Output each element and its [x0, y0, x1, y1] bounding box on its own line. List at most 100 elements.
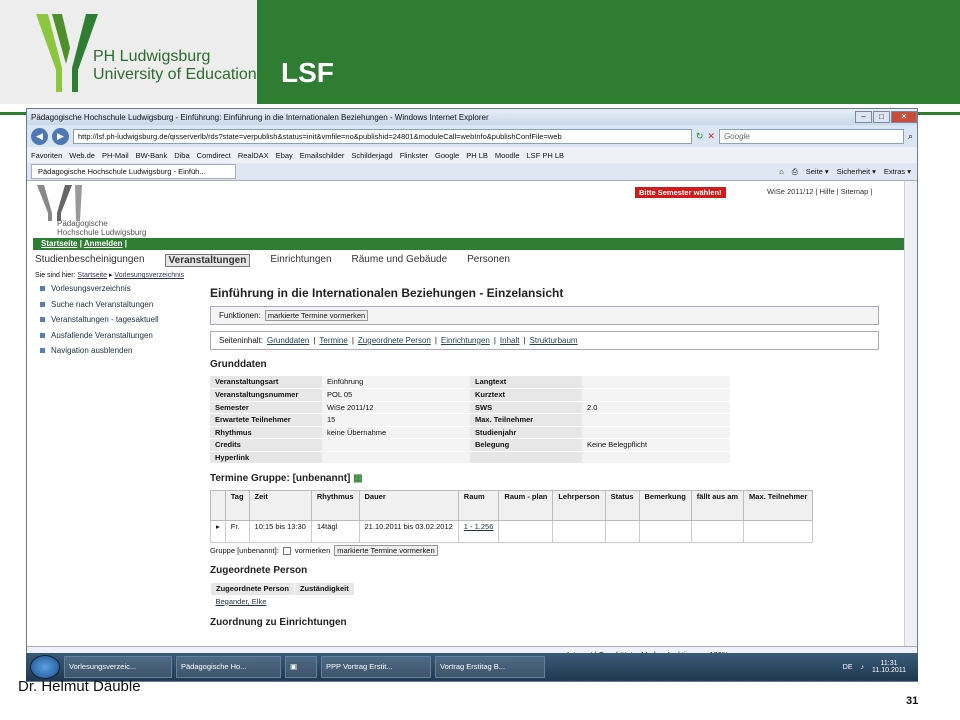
field-value: 15 — [322, 413, 470, 427]
favorites-bar: Favoriten Web.de PH-Mail BW-Bank Diba Co… — [27, 147, 917, 163]
field-value — [582, 388, 730, 402]
field-value — [322, 438, 470, 452]
vormerken-button[interactable]: markierte Termine vormerken — [264, 310, 369, 321]
field-value — [582, 413, 730, 427]
person-title: Zugeordnete Person — [210, 565, 308, 576]
task-paedagogische[interactable]: Pädagogische Ho... — [176, 656, 281, 678]
tool-extras[interactable]: Extras ▾ — [884, 167, 911, 177]
left-navigation-ausblenden[interactable]: Navigation ausblenden — [33, 344, 210, 360]
left-nav: Vorlesungsverzeichnis Suche nach Veranst… — [33, 282, 210, 360]
start-button[interactable] — [30, 655, 60, 679]
link-einrichtungen[interactable]: Einrichtungen — [441, 336, 490, 345]
anmelden-link[interactable]: Anmelden — [84, 239, 123, 248]
fav-phlb[interactable]: PH LB — [466, 151, 488, 160]
breadcrumb: Sie sind hier: Startseite ▸ Vorlesungsve… — [35, 272, 185, 279]
room-link[interactable]: 1 - 1.256 — [464, 522, 494, 531]
left-tagesaktuell[interactable]: Veranstaltungen - tagesaktuell — [33, 313, 210, 329]
slide-header: PH Ludwigsburg University of Education L… — [0, 0, 960, 104]
field-value: Einführung — [322, 376, 470, 389]
field-value — [582, 451, 730, 464]
back-icon[interactable]: ◀ — [31, 127, 48, 145]
person-link[interactable]: Begander, Elke — [216, 597, 267, 606]
task-app-icon[interactable]: ▣ — [285, 656, 317, 678]
language-indicator[interactable]: DE — [843, 664, 853, 671]
field-label — [470, 451, 582, 464]
link-inhalt[interactable]: Inhalt — [500, 336, 520, 345]
stop-icon[interactable]: ✕ — [707, 131, 715, 142]
semester-button[interactable]: Bitte Semester wählen! — [635, 187, 726, 198]
termine-cell: 14tägl — [310, 520, 360, 543]
maximize-button[interactable]: □ — [873, 111, 890, 123]
termine-expand-cell: ▸ — [210, 520, 226, 543]
fav-phmail[interactable]: PH-Mail — [102, 151, 129, 160]
termine-col-header: Tag — [224, 490, 250, 521]
nav-raeume[interactable]: Räume und Gebäude — [352, 254, 448, 267]
link-strukturbaum[interactable]: Strukturbaum — [530, 336, 578, 345]
fav-ebay[interactable]: Ebay — [276, 151, 293, 160]
vertical-scrollbar[interactable] — [904, 181, 917, 646]
forward-icon[interactable]: ▶ — [52, 127, 69, 145]
fav-favoriten[interactable]: Favoriten — [31, 151, 62, 160]
termine-cell — [604, 520, 640, 543]
task-ppp-vortrag[interactable]: PPP Vortrag Erstit... — [321, 656, 431, 678]
close-button[interactable]: ✕ — [891, 111, 917, 123]
volume-icon[interactable]: ♪ — [861, 664, 865, 671]
tool-sicherheit[interactable]: Sicherheit ▾ — [837, 167, 876, 177]
window-titlebar: Pädagogische Hochschule Ludwigsburg - Ei… — [27, 109, 917, 125]
nav-einrichtungen[interactable]: Einrichtungen — [270, 254, 331, 267]
nav-studienbescheinigungen[interactable]: Studienbescheinigungen — [35, 254, 145, 267]
task-vortrag-erstitag[interactable]: Vortrag Erstitag B... — [435, 656, 545, 678]
nav-veranstaltungen[interactable]: Veranstaltungen — [164, 254, 251, 267]
link-grunddaten[interactable]: Grunddaten — [267, 336, 309, 345]
print-icon[interactable]: ⎙ — [792, 167, 798, 177]
nav-personen[interactable]: Personen — [467, 254, 510, 267]
fav-comdirect[interactable]: Comdirect — [197, 151, 231, 160]
fav-lsf[interactable]: LSF PH LB — [527, 151, 565, 160]
startseite-link[interactable]: Startseite — [41, 239, 77, 248]
url-input[interactable]: http://lsf.ph-ludwigsburg.de/qisserverlb… — [73, 128, 692, 144]
tool-seite[interactable]: Seite ▾ — [806, 167, 829, 177]
fav-bwbank[interactable]: BW-Bank — [136, 151, 168, 160]
fav-webde[interactable]: Web.de — [69, 151, 95, 160]
minimize-button[interactable]: – — [855, 111, 872, 123]
fav-diba[interactable]: Diba — [174, 151, 189, 160]
fav-realdax[interactable]: RealDAX — [238, 151, 269, 160]
brand-line2: University of Education — [93, 66, 257, 83]
breadcrumb-startseite[interactable]: Startseite — [77, 272, 107, 279]
vormerken-checkbox[interactable] — [282, 546, 291, 555]
table-row: Veranstaltungsart Einführung Langtext — [210, 376, 730, 389]
breadcrumb-vorlesungsverzeichnis[interactable]: Vorlesungsverzeichnis — [114, 272, 184, 279]
export-icon[interactable]: ▦ — [353, 473, 362, 484]
field-label: Hyperlink — [210, 451, 322, 464]
left-suche[interactable]: Suche nach Veranstaltungen — [33, 298, 210, 314]
gruppe-row: Gruppe [unbenannt]: vormerken markierte … — [210, 545, 879, 556]
top-links[interactable]: WiSe 2011/12 | Hilfe | Sitemap | — [767, 187, 872, 196]
expand-icon[interactable]: ▸ — [216, 522, 220, 531]
fav-google[interactable]: Google — [435, 151, 459, 160]
gruppe-vormerken-button[interactable]: markierte Termine vormerken — [334, 545, 438, 556]
lsf-logo-text: Pädagogische Hochschule Ludwigsburg — [57, 219, 146, 237]
left-vorlesungsverzeichnis[interactable]: Vorlesungsverzeichnis — [33, 282, 210, 298]
home-icon[interactable]: ⌂ — [779, 167, 784, 177]
search-input[interactable]: Google — [718, 128, 904, 144]
fav-moodle[interactable]: Moodle — [495, 151, 520, 160]
ph-logo: PH Ludwigsburg University of Education — [0, 0, 257, 104]
link-zugeordnete-person[interactable]: Zugeordnete Person — [358, 336, 431, 345]
task-vorlesungsverzeichnis[interactable]: Vorlesungsverzeic... — [64, 656, 172, 678]
search-icon[interactable]: ⌕ — [908, 131, 913, 142]
fav-emailschilder[interactable]: Emailschilder — [300, 151, 345, 160]
main-nav: Studienbescheinigungen Veranstaltungen E… — [35, 254, 510, 267]
clock[interactable]: 11:31 11.10.2011 — [872, 660, 906, 674]
tab-ph-ludwigsburg[interactable]: Pädagogische Hochschule Ludwigsburg - Ei… — [31, 164, 236, 179]
fav-flinkster[interactable]: Flinkster — [400, 151, 428, 160]
field-label: Rhythmus — [210, 426, 322, 439]
left-ausfallende[interactable]: Ausfallende Veranstaltungen — [33, 329, 210, 345]
refresh-icon[interactable]: ↻ — [696, 131, 704, 142]
vormerken-label: vormerken — [294, 546, 331, 555]
contents-label: Seiteninhalt: — [219, 336, 264, 345]
termine-col-header: Lehrperson — [552, 490, 606, 521]
field-label: Belegung — [470, 438, 582, 452]
fav-schilderjagd[interactable]: Schilderjagd — [351, 151, 392, 160]
functions-box: Funktionen: markierte Termine vormerken — [210, 306, 879, 325]
link-termine[interactable]: Termine — [319, 336, 347, 345]
